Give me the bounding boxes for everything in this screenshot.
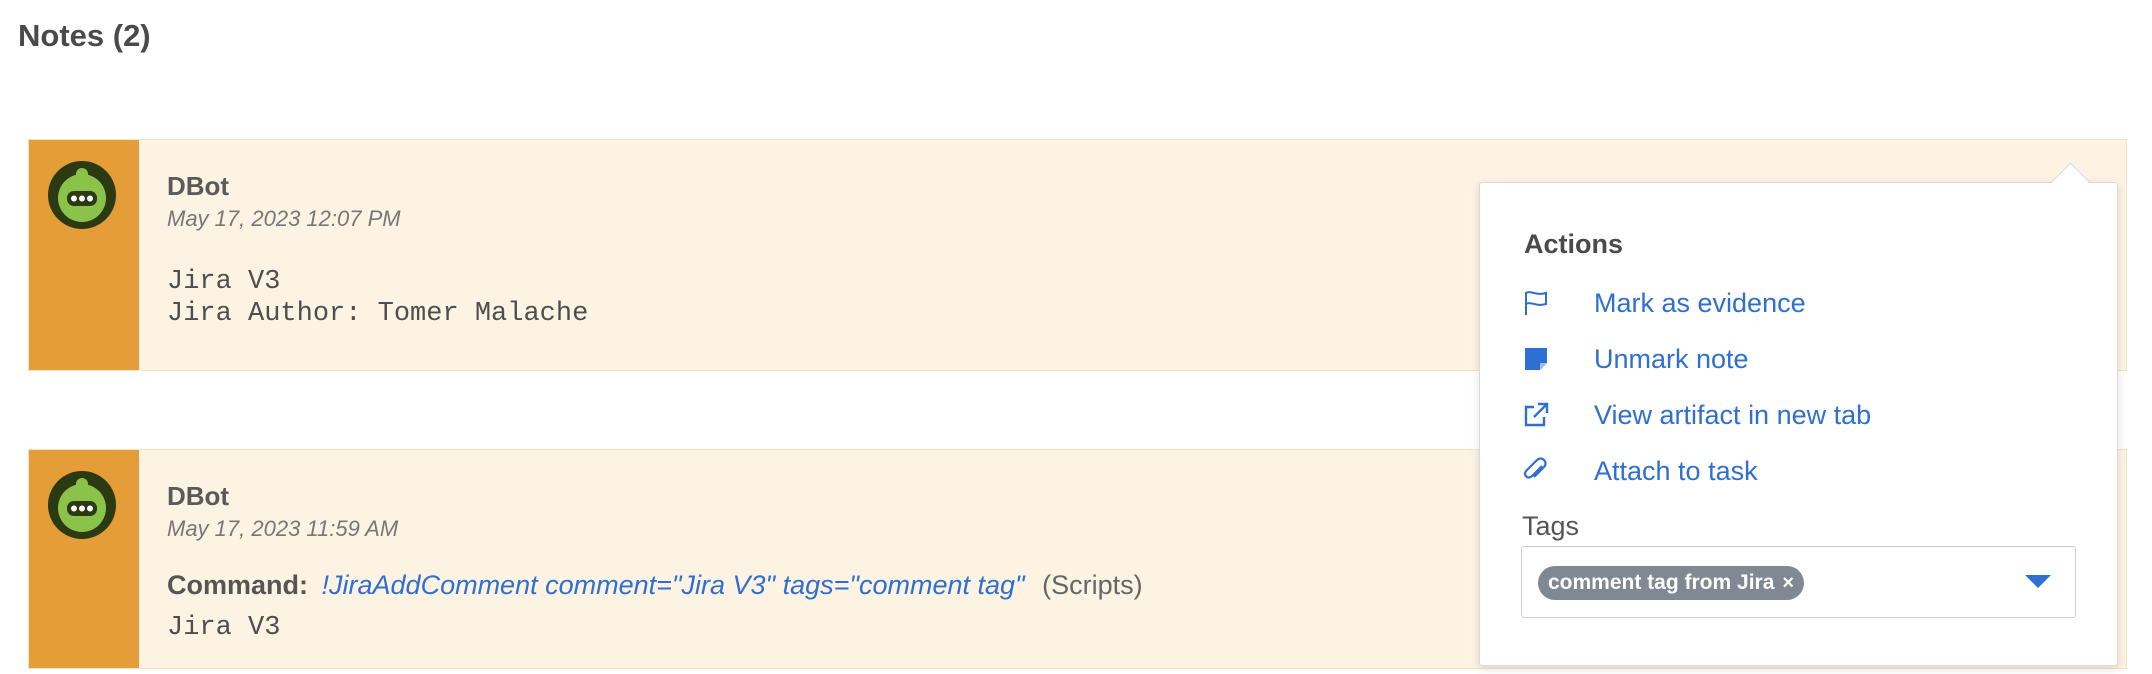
- note-actions-popover: Actions Mark as evidence Unmark note Vie…: [1479, 162, 2118, 666]
- attach-to-task-action[interactable]: Attach to task: [1522, 451, 1758, 491]
- command-suffix: (Scripts): [1042, 570, 1143, 600]
- tag-remove-icon[interactable]: ×: [1782, 572, 1794, 595]
- mark-as-evidence-action[interactable]: Mark as evidence: [1522, 283, 1806, 323]
- note-icon: [1525, 348, 1547, 370]
- view-artifact-action[interactable]: View artifact in new tab: [1522, 395, 1871, 435]
- tags-select[interactable]: comment tag from Jira ×: [1521, 546, 2076, 618]
- note-gutter: [29, 450, 139, 668]
- note-gutter: [29, 140, 139, 370]
- popover-heading: Actions: [1524, 229, 1624, 259]
- unmark-note-action[interactable]: Unmark note: [1522, 339, 1749, 379]
- action-label: View artifact in new tab: [1594, 399, 1872, 430]
- bot-avatar-icon: [48, 471, 116, 539]
- command-label: Command:: [167, 570, 308, 600]
- caret-down-icon[interactable]: [2025, 575, 2051, 588]
- notes-section-title: Notes (2): [18, 18, 151, 53]
- action-label: Unmark note: [1594, 343, 1749, 374]
- paperclip-icon: [1523, 457, 1547, 479]
- action-label: Mark as evidence: [1594, 287, 1806, 318]
- tag-chip-label: comment tag from Jira: [1548, 571, 1775, 594]
- flag-icon: [1525, 291, 1547, 315]
- action-label: Attach to task: [1594, 455, 1758, 486]
- command-link[interactable]: !JiraAddComment comment="Jira V3" tags="…: [322, 570, 1025, 600]
- bot-avatar-icon: [48, 161, 116, 229]
- tags-label: Tags: [1522, 511, 1580, 541]
- external-link-icon: [1524, 402, 1549, 427]
- tag-chip: comment tag from Jira ×: [1538, 566, 1805, 600]
